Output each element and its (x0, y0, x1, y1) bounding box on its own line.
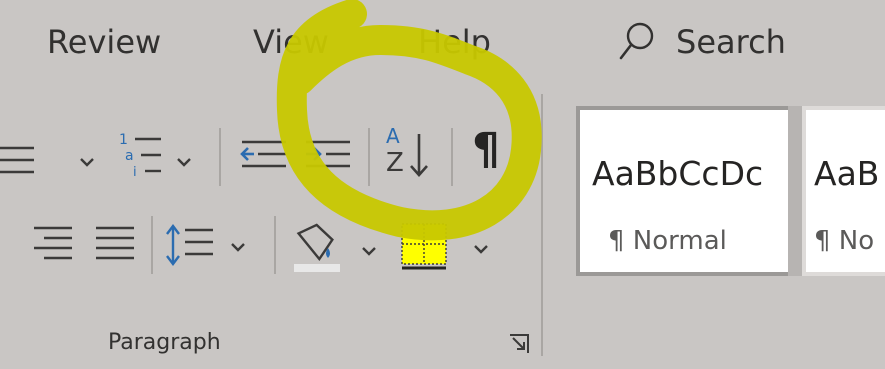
search-icon (619, 22, 654, 60)
tab-help[interactable]: Help (418, 22, 491, 62)
bullets-icon[interactable] (0, 140, 40, 184)
line-spacing-icon[interactable] (163, 220, 219, 270)
tab-view[interactable]: View (253, 22, 329, 62)
chevron-down-icon[interactable] (171, 149, 197, 175)
sort-button[interactable]: A Z (380, 124, 442, 186)
style-gap (788, 106, 802, 276)
chevron-down-icon[interactable] (225, 234, 251, 260)
increase-indent-icon[interactable] (302, 136, 354, 180)
decrease-indent-icon[interactable] (238, 136, 290, 180)
svg-text:i: i (133, 165, 137, 180)
style-name: ¶ No (814, 226, 875, 256)
search-box[interactable]: Search (618, 18, 786, 66)
separator (368, 128, 370, 186)
separator (451, 128, 453, 186)
align-right-icon[interactable] (32, 222, 76, 266)
style-name: ¶ Normal (608, 226, 727, 256)
style-sample: AaB (814, 154, 880, 193)
sort-icon (410, 134, 428, 177)
chevron-down-icon[interactable] (74, 149, 100, 175)
style-sample: AaBbCcDc (592, 154, 764, 193)
paragraph-group-label: Paragraph (108, 330, 221, 355)
search-label: Search (676, 23, 786, 61)
chevron-down-icon[interactable] (356, 238, 382, 264)
style-normal[interactable]: AaBbCcDc ¶ Normal (580, 110, 788, 272)
style-no-spacing[interactable]: AaB ¶ No (806, 110, 885, 272)
numbering-icon[interactable]: 1 a i (117, 128, 165, 182)
sort-letter-z: Z (386, 148, 404, 178)
separator (151, 216, 153, 274)
chevron-down-icon[interactable] (468, 236, 494, 262)
dialog-launcher-icon[interactable] (508, 333, 530, 355)
separator (219, 128, 221, 186)
tab-review[interactable]: Review (47, 22, 161, 62)
justify-icon[interactable] (94, 222, 138, 266)
borders-icon[interactable] (400, 222, 450, 272)
svg-text:1: 1 (119, 132, 128, 148)
shading-icon[interactable] (290, 218, 346, 274)
svg-text:a: a (125, 148, 134, 164)
show-formatting-marks-button[interactable]: ¶ (472, 124, 500, 175)
sort-letter-a: A (386, 124, 400, 148)
separator (274, 216, 276, 274)
group-separator (541, 94, 543, 356)
